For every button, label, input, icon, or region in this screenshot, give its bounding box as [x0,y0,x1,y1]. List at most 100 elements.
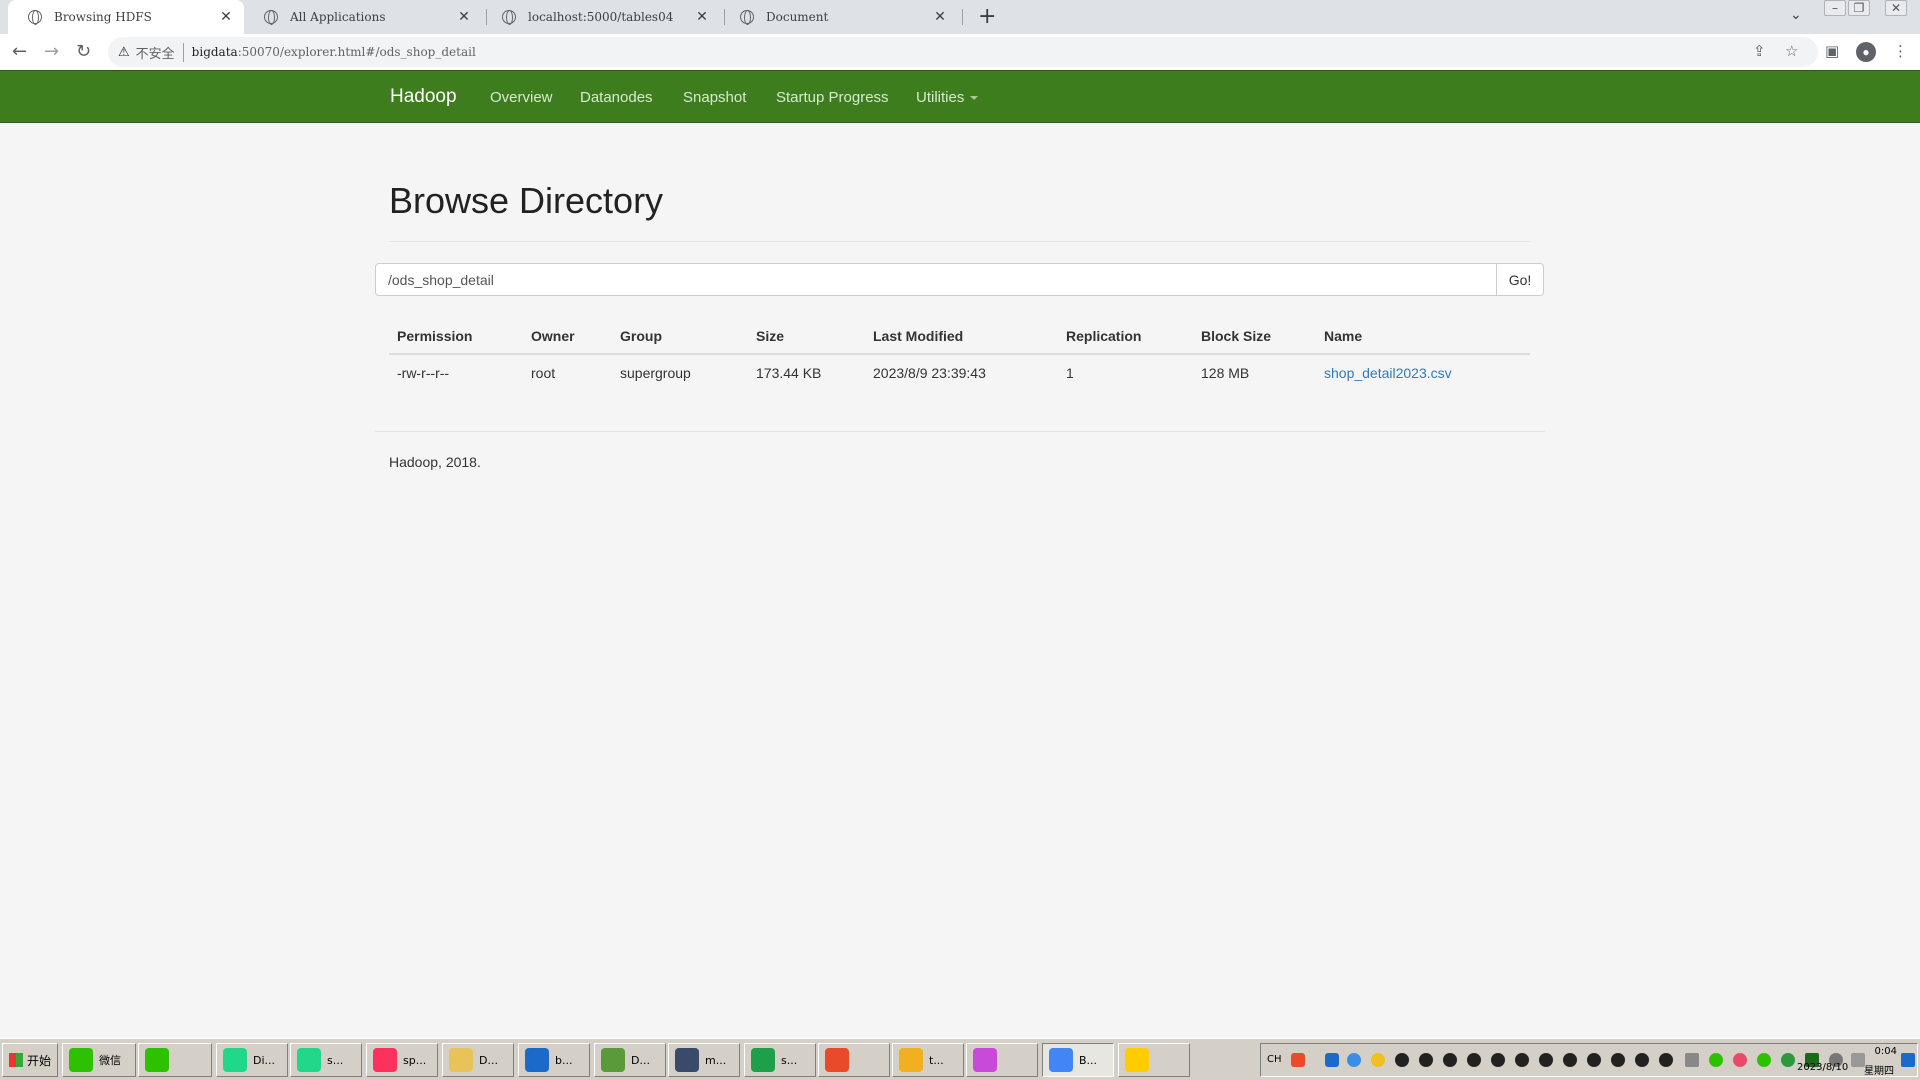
nav-snapshot[interactable]: Snapshot [683,89,746,106]
taskbar-button-label: D... [631,1053,650,1067]
tab-title: localhost:5000/tables04 [528,10,674,24]
taskbar-button[interactable]: sp... [366,1043,438,1077]
network-icon[interactable] [1685,1053,1699,1067]
reload-icon[interactable]: ↻ [76,41,91,62]
minimize-button[interactable]: – [1824,0,1846,16]
qq-icon[interactable] [1515,1053,1529,1067]
notepad-icon [601,1048,625,1072]
ime-indicator[interactable]: CH [1267,1054,1282,1065]
tray-app-icon[interactable] [1781,1053,1795,1067]
cell-permission: -rw-r--r-- [397,365,450,381]
tab-all-applications[interactable]: All Applications ✕ [244,0,482,34]
tab-document[interactable]: Document ✕ [720,0,958,34]
folder-icon [449,1048,473,1072]
globe-icon [502,10,516,25]
taskbar-button[interactable]: 微信 [62,1043,136,1077]
menu-kebab-icon[interactable]: ⋮ [1893,42,1908,60]
go-button[interactable]: Go! [1496,263,1544,296]
taskbar-button-label: 微信 [99,1054,121,1067]
table-row: -rw-r--r-- root supergroup 173.44 KB 202… [389,354,1530,391]
taskbar-button[interactable]: t... [892,1043,964,1077]
window-close-button[interactable]: ✕ [1885,0,1907,16]
directory-path-input[interactable] [375,263,1497,296]
bookmark-star-icon[interactable]: ☆ [1785,42,1798,60]
col-group[interactable]: Group [612,318,748,355]
security-indicator[interactable]: 不安全 [136,42,184,62]
taskbar-button[interactable]: b... [518,1043,590,1077]
tab-localhost-tables04[interactable]: localhost:5000/tables04 ✕ [482,0,720,34]
close-icon[interactable]: ✕ [694,9,710,25]
side-panel-icon[interactable]: ▣ [1825,42,1839,60]
qq-icon[interactable] [1395,1053,1409,1067]
close-icon[interactable]: ✕ [932,9,948,25]
virtualbox-icon [525,1048,549,1072]
qq-icon[interactable] [1467,1053,1481,1067]
taskbar-button-label: sp... [403,1053,427,1067]
navbar-brand[interactable]: Hadoop [390,86,457,108]
col-block-size[interactable]: Block Size [1193,318,1316,355]
col-size[interactable]: Size [748,318,865,355]
cell-owner: root [531,365,556,381]
nav-utilities-dropdown[interactable]: Utilities [916,89,979,106]
tab-browsing-hdfs[interactable]: Browsing HDFS ✕ [8,0,244,34]
sogou-ime-icon[interactable] [1291,1053,1305,1067]
tray-app-icon[interactable] [1733,1053,1747,1067]
browser-tab-strip: Browsing HDFS ✕ All Applications ✕ local… [0,0,1920,34]
col-owner[interactable]: Owner [523,318,612,355]
taskbar-button[interactable]: D... [594,1043,666,1077]
file-link[interactable]: shop_detail2023.csv [1324,365,1452,381]
qq-icon[interactable] [1443,1053,1457,1067]
qq-icon[interactable] [1659,1053,1673,1067]
profile-avatar-icon[interactable]: ● [1856,42,1876,62]
col-name[interactable]: Name [1316,318,1530,355]
qq-icon[interactable] [1563,1053,1577,1067]
taskbar-button[interactable]: s... [290,1043,362,1077]
taskbar-button[interactable]: Di... [216,1043,288,1077]
restore-button[interactable]: ❐ [1848,0,1870,16]
taskbar-button[interactable] [818,1043,890,1077]
windows-flag-icon [9,1053,23,1067]
forward-arrow-icon[interactable]: → [44,41,59,62]
tray-app-icon[interactable] [1371,1053,1385,1067]
share-icon[interactable]: ⇪ [1753,42,1766,60]
show-desktop-icon[interactable] [1901,1053,1915,1067]
nav-startup-progress[interactable]: Startup Progress [776,89,889,106]
wechat-tray-icon[interactable] [1757,1053,1771,1067]
footer-divider [375,431,1545,432]
col-replication[interactable]: Replication [1058,318,1193,355]
start-button[interactable]: 开始 [2,1043,59,1077]
security-shield-icon[interactable] [1325,1053,1339,1067]
close-icon[interactable]: ✕ [218,9,234,25]
tab-search-chevron-icon[interactable]: ⌄ [1790,7,1802,23]
clock-date[interactable]: 2023/8/10 [1797,1062,1848,1073]
taskbar-button[interactable] [966,1043,1038,1077]
address-bar[interactable]: ⚠ 不安全 bigdata:50070/explorer.html#/ods_s… [108,37,1818,67]
taskbar-button-label: Di... [253,1053,276,1067]
qq-icon[interactable] [1635,1053,1649,1067]
tab-separator [962,9,963,25]
taskbar-button-label: B... [1079,1053,1098,1067]
new-tab-button[interactable]: + [978,4,996,29]
taskbar-button[interactable]: B... [1042,1043,1114,1077]
clock-weekday[interactable]: 星期四 [1864,1062,1894,1077]
taskbar-button[interactable] [1118,1043,1190,1077]
taskbar-button[interactable]: D... [442,1043,514,1077]
close-icon[interactable]: ✕ [456,9,472,25]
cloud-icon[interactable] [1347,1053,1361,1067]
taskbar-button[interactable]: s... [744,1043,816,1077]
clock-time[interactable]: 0:04 [1837,1046,1897,1057]
qq-icon[interactable] [1419,1053,1433,1067]
wechat-tray-icon[interactable] [1709,1053,1723,1067]
qq-icon[interactable] [1491,1053,1505,1067]
taskbar-button[interactable]: m... [668,1043,740,1077]
qq-icon[interactable] [1539,1053,1553,1067]
qq-icon[interactable] [1587,1053,1601,1067]
qq-icon[interactable] [1611,1053,1625,1067]
nav-overview[interactable]: Overview [490,89,553,106]
col-permission[interactable]: Permission [389,318,523,355]
col-last-modified[interactable]: Last Modified [865,318,1058,355]
nav-datanodes[interactable]: Datanodes [580,89,653,106]
back-arrow-icon[interactable]: ← [12,41,27,62]
taskbar-button-label: s... [327,1053,344,1067]
taskbar-button[interactable] [138,1043,212,1077]
